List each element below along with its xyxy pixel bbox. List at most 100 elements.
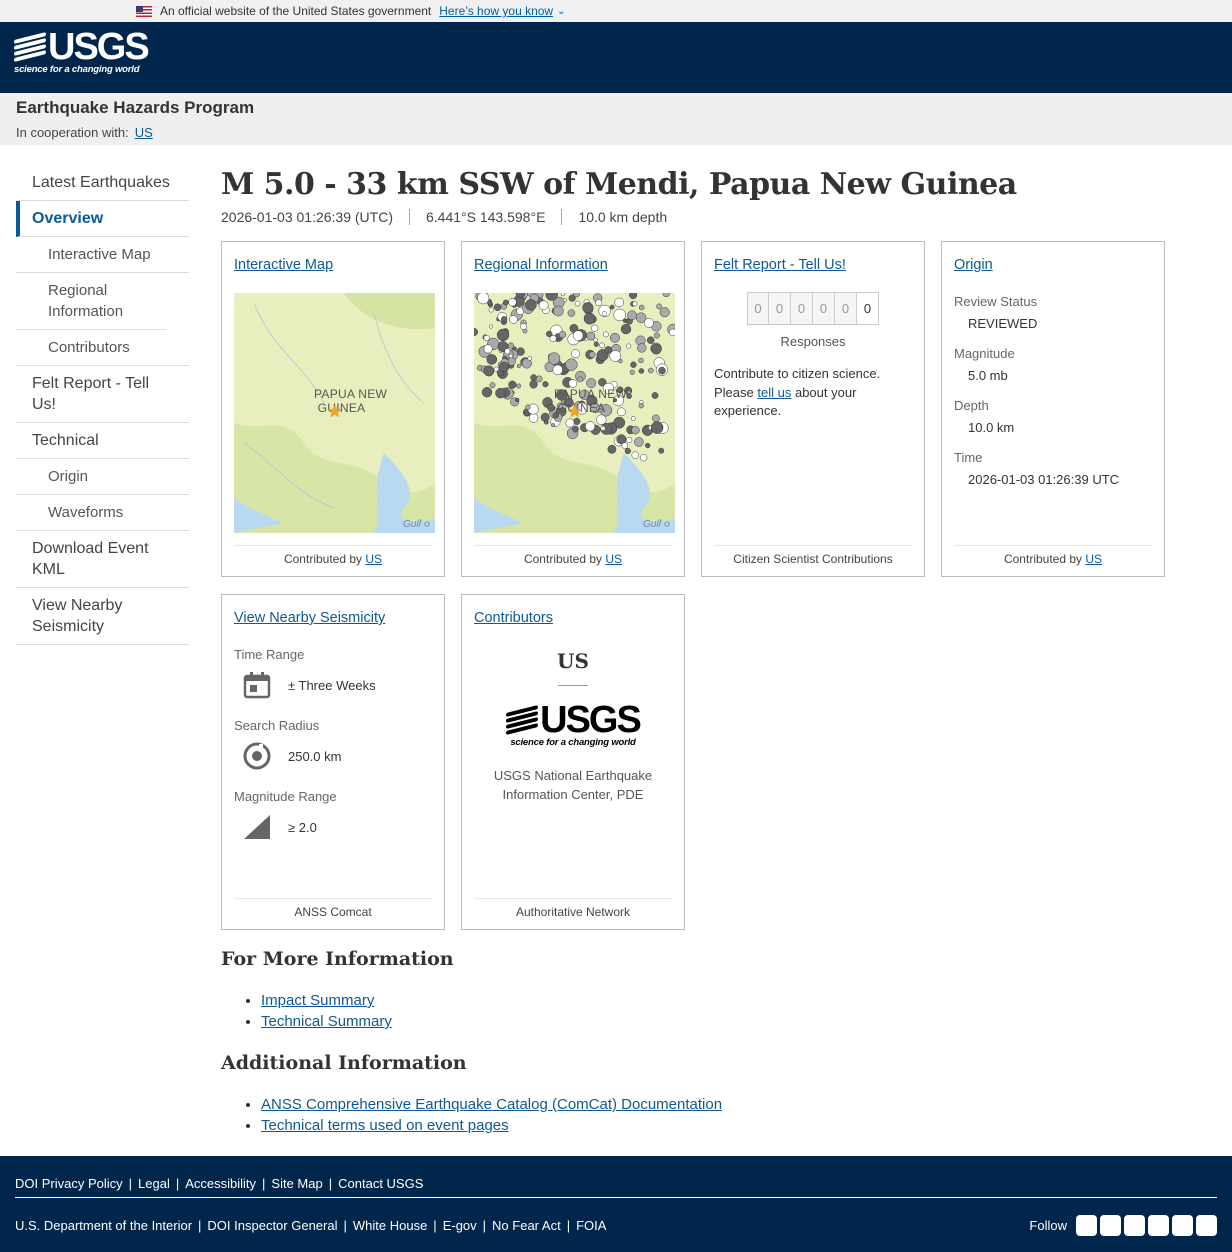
more-info-section: For More Information Impact Summary Tech… <box>221 948 1211 1032</box>
no-fear-act-link[interactable]: No Fear Act <box>492 1218 561 1233</box>
seismicity-dot <box>629 369 635 375</box>
flickr-icon[interactable]: •• <box>1148 1214 1169 1236</box>
map-label: PAPUA NEW GUINEA <box>554 387 628 415</box>
seismicity-dot <box>604 346 613 354</box>
card-footer: Contributed by US <box>474 545 672 566</box>
seismicity-dot <box>496 328 510 342</box>
seismicity-dot <box>508 353 514 359</box>
contact-usgs-link[interactable]: Contact USGS <box>338 1176 423 1191</box>
contributed-by-us-link[interactable]: US <box>605 552 622 566</box>
seismicity-dot <box>621 442 629 449</box>
accessibility-link[interactable]: Accessibility <box>185 1176 256 1191</box>
sidebar-item-technical[interactable]: Technical <box>16 423 189 459</box>
instagram-icon[interactable]: ◎ <box>1196 1214 1217 1236</box>
seismicity-dot <box>508 298 517 307</box>
separator: | <box>328 1176 333 1191</box>
more-info-heading: For More Information <box>221 948 454 970</box>
usgs-contributor-logo: USGS science for a changing world <box>474 701 672 748</box>
coop-link-us[interactable]: US <box>135 125 153 140</box>
egov-link[interactable]: E-gov <box>443 1218 477 1233</box>
foia-link[interactable]: FOIA <box>576 1218 606 1233</box>
seismicity-dot <box>644 318 654 328</box>
regional-info-link[interactable]: Regional Information <box>474 257 608 273</box>
tell-us-link[interactable]: tell us <box>757 385 791 400</box>
seismicity-dot <box>596 414 607 425</box>
review-status-label: Review Status <box>954 294 1038 309</box>
technical-summary-link[interactable]: Technical Summary <box>261 1013 392 1030</box>
doi-privacy-link[interactable]: DOI Privacy Policy <box>15 1176 123 1191</box>
impact-summary-link[interactable]: Impact Summary <box>261 992 374 1009</box>
nearby-seismicity-link[interactable]: View Nearby Seismicity <box>234 610 385 626</box>
sidebar-item-contributors[interactable]: Contributors <box>16 330 189 366</box>
epicenter-star-icon: ★ <box>567 402 583 421</box>
card-footer: ANSS Comcat <box>234 898 432 919</box>
contributors-link[interactable]: Contributors <box>474 610 553 626</box>
sidebar-nav: Latest Earthquakes Overview Interactive … <box>16 165 189 645</box>
event-meta: 2026-01-03 01:26:39 (UTC) 6.441°S 143.59… <box>221 209 1211 225</box>
seismicity-dot <box>488 307 494 313</box>
card-footer: Citizen Scientist Contributions <box>714 545 912 566</box>
interactive-map-link[interactable]: Interactive Map <box>234 257 333 273</box>
origin-link[interactable]: Origin <box>954 257 993 273</box>
site-map-link[interactable]: Site Map <box>271 1176 322 1191</box>
logo-text: USGS <box>48 26 150 68</box>
magnitude-range-value: ≥ 2.0 <box>288 819 317 835</box>
more-info-list: Impact Summary Technical Summary <box>261 990 1211 1032</box>
youtube-icon[interactable]: ▶ <box>1172 1214 1193 1236</box>
seismicity-dot <box>648 367 654 374</box>
seismicity-dot <box>551 423 556 428</box>
usgs-logo[interactable]: USGS science for a changing world <box>14 26 150 75</box>
felt-report-card: Felt Report - Tell Us! 0 0 0 0 0 0 Respo… <box>701 241 925 577</box>
sidebar-item-overview[interactable]: Overview <box>16 201 189 237</box>
interactive-map-thumbnail[interactable]: PAPUA NEW GUINEA ★ Gulf o <box>234 293 435 533</box>
contributed-by-us-link[interactable]: US <box>365 552 382 566</box>
sidebar-item-regional-information[interactable]: Regional Information <box>16 273 166 330</box>
technical-terms-link[interactable]: Technical terms used on event pages <box>261 1117 509 1134</box>
inspector-general-link[interactable]: DOI Inspector General <box>207 1218 337 1233</box>
seismicity-dot <box>572 330 584 341</box>
search-radius-label: Search Radius <box>234 718 320 733</box>
seismicity-dot <box>508 380 517 389</box>
search-radius-value: 250.0 km <box>288 748 342 764</box>
sidebar-item-felt-report[interactable]: Felt Report - Tell Us! <box>16 366 189 423</box>
white-house-link[interactable]: White House <box>353 1218 427 1233</box>
contributors-card: Contributors US USGS science for a chang… <box>461 594 685 930</box>
heres-how-you-know-link[interactable]: Here’s how you know <box>439 4 553 18</box>
seismicity-dot <box>560 293 566 297</box>
summary-cards: Interactive Map PAPUA NEW GUINEA ★ Gulf … <box>221 241 1211 930</box>
depth-label: Depth <box>954 398 989 413</box>
comcat-docs-link[interactable]: ANSS Comprehensive Earthquake Catalog (C… <box>261 1096 722 1113</box>
sidebar-item-origin[interactable]: Origin <box>16 459 189 495</box>
facebook-icon[interactable]: f <box>1100 1214 1121 1236</box>
seismicity-dot <box>593 341 599 347</box>
sidebar-item-interactive-map[interactable]: Interactive Map <box>16 237 189 273</box>
github-icon[interactable]: ◉ <box>1124 1214 1145 1236</box>
gov-banner: An official website of the United States… <box>0 0 1232 22</box>
contributed-by-us-link[interactable]: US <box>1085 552 1102 566</box>
seismicity-dot <box>525 299 537 311</box>
seismicity-dot <box>489 382 496 389</box>
sidebar-item-nearby-seismicity[interactable]: View Nearby Seismicity <box>16 588 189 645</box>
seismicity-dot <box>634 437 644 447</box>
site-header: USGS science for a changing world <box>0 22 1232 93</box>
seismicity-dot <box>538 300 549 311</box>
felt-report-link[interactable]: Felt Report - Tell Us! <box>714 257 846 273</box>
counter-digit: 0 <box>835 292 857 325</box>
event-location: 6.441°S 143.598°E <box>409 209 561 225</box>
counter-digit: 0 <box>769 292 791 325</box>
legal-link[interactable]: Legal <box>138 1176 170 1191</box>
seismicity-dot <box>638 403 644 409</box>
logo-tagline: science for a changing world <box>510 737 636 748</box>
site-title-bar: Earthquake Hazards Program In cooperatio… <box>0 93 1232 145</box>
sidebar-item-waveforms[interactable]: Waveforms <box>16 495 189 531</box>
doi-link[interactable]: U.S. Department of the Interior <box>15 1218 192 1233</box>
sidebar-item-download-kml[interactable]: Download Event KML <box>16 531 189 588</box>
sidebar-item-latest-earthquakes[interactable]: Latest Earthquakes <box>16 165 189 201</box>
seismicity-dot <box>502 299 509 306</box>
regional-map-thumbnail[interactable]: PAPUA NEW GUINEA ★ Gulf o <box>474 293 675 533</box>
seismicity-dot <box>577 376 584 383</box>
seismicity-dot <box>504 348 511 355</box>
seismicity-dot <box>626 343 632 349</box>
counter-digit: 0 <box>791 292 813 325</box>
twitter-icon[interactable]: t <box>1076 1214 1097 1236</box>
